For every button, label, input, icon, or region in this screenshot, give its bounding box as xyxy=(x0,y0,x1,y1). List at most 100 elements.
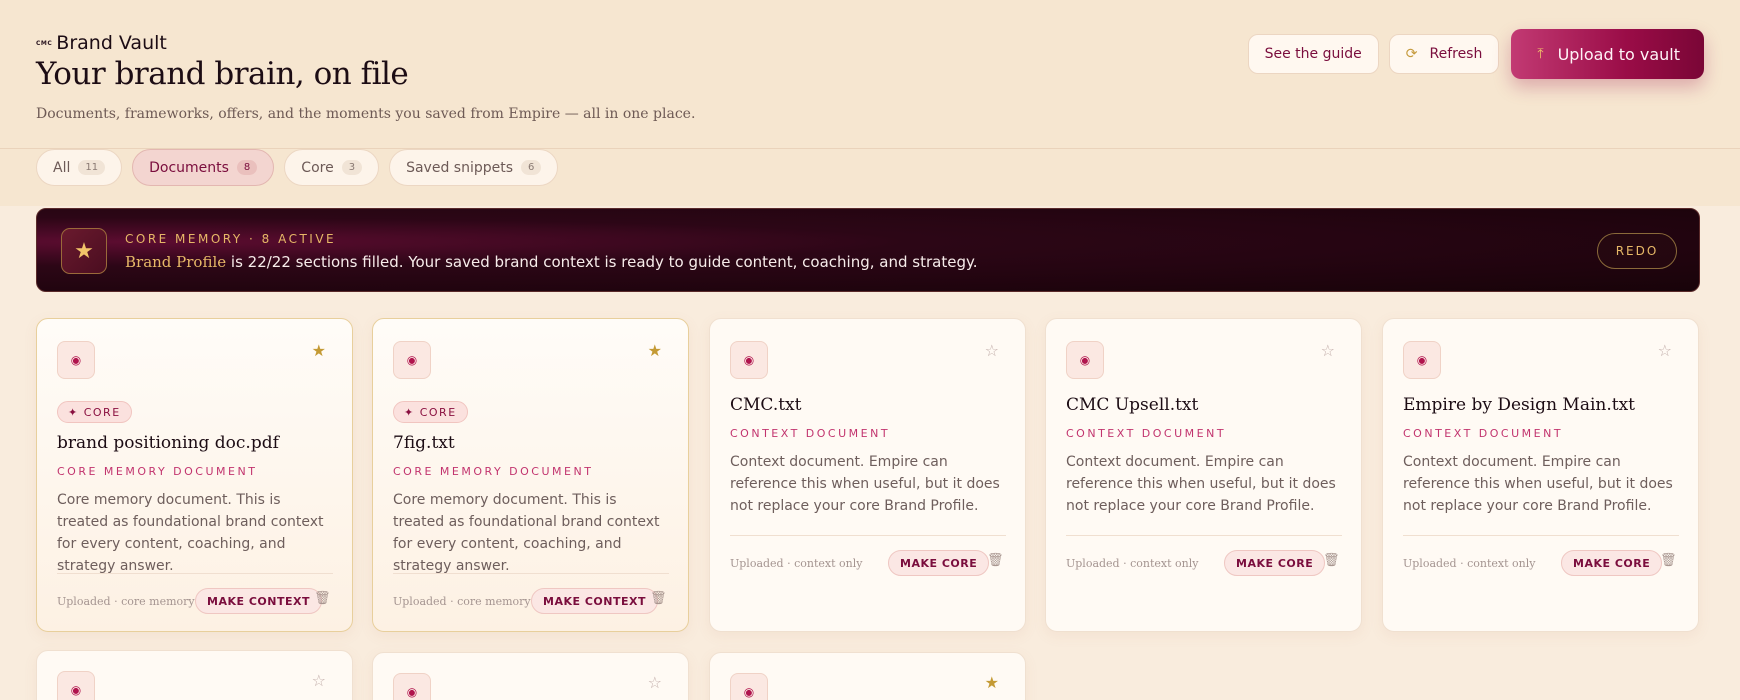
make-core-button[interactable]: MAKE CORE xyxy=(1561,550,1663,576)
tab-documents[interactable]: Documents 8 xyxy=(132,149,275,186)
make-core-button[interactable]: MAKE CORE xyxy=(1224,550,1326,576)
document-status: Uploaded · context only xyxy=(1403,557,1536,570)
tab-count: 6 xyxy=(521,160,542,175)
brand-name: Brand Vault xyxy=(56,32,167,54)
star-icon[interactable]: ★ xyxy=(648,341,662,360)
target-icon: ◉ xyxy=(1403,341,1441,379)
document-title: CMC Upsell.txt xyxy=(1066,395,1199,415)
card-divider xyxy=(1066,535,1342,536)
document-title: Empire by Design Main.txt xyxy=(1403,395,1635,415)
see-guide-button[interactable]: See the guide xyxy=(1247,34,1379,74)
document-card[interactable]: ◉ ★ ✦ CORE brand positioning doc.pdf CORE… xyxy=(36,318,353,632)
page-header: CMC Brand Vault Your brand brain, on fil… xyxy=(36,0,1704,148)
trash-icon[interactable]: 🗑 xyxy=(1323,553,1340,568)
banner-eyebrow: CORE MEMORY · 8 ACTIVE xyxy=(125,232,337,246)
tab-saved-snippets[interactable]: Saved snippets 6 xyxy=(389,149,559,186)
document-status: Uploaded · context only xyxy=(1066,557,1199,570)
target-icon: ◉ xyxy=(393,341,431,379)
banner-message-text: is 22/22 sections filled. Your saved bra… xyxy=(226,253,978,271)
document-description: Context document. Empire can reference t… xyxy=(1403,454,1673,514)
trash-icon[interactable]: 🗑 xyxy=(650,591,667,606)
tab-label: All xyxy=(53,159,71,176)
star-outline-icon[interactable]: ☆ xyxy=(648,673,662,692)
make-context-button[interactable]: MAKE CONTEXT xyxy=(531,588,658,614)
document-card[interactable]: ◉ ☆ CMC Upsell.txt CONTEXT DOCUMENT Cont… xyxy=(1045,318,1362,632)
card-divider xyxy=(57,573,333,574)
refresh-label: Refresh xyxy=(1429,46,1483,62)
upload-button[interactable]: ⤒ Upload to vault xyxy=(1511,29,1704,79)
trash-icon[interactable]: 🗑 xyxy=(1660,553,1677,568)
card-divider xyxy=(730,535,1006,536)
banner-message: Brand Profile is 22/22 sections filled. … xyxy=(125,253,977,271)
sparkle-icon: ✦ xyxy=(68,405,79,419)
refresh-icon: ⟳ xyxy=(1405,46,1418,62)
document-title: 7fig.txt xyxy=(393,433,455,453)
tab-all[interactable]: All 11 xyxy=(36,149,123,186)
header-actions: See the guide ⟳ Refresh ⤒ Upload to vaul… xyxy=(1247,29,1704,79)
star-icon[interactable]: ★ xyxy=(985,673,999,692)
page-subtitle: Documents, frameworks, offers, and the m… xyxy=(36,106,696,122)
tab-count: 11 xyxy=(78,160,106,175)
document-status: Uploaded · context only xyxy=(730,557,863,570)
document-description: Context document. Empire can reference t… xyxy=(1066,454,1336,514)
brand-logo: CMC xyxy=(36,39,53,47)
document-kind: CONTEXT DOCUMENT xyxy=(1403,427,1564,440)
upload-label: Upload to vault xyxy=(1557,44,1680,64)
card-divider xyxy=(393,573,669,574)
document-card[interactable]: ◉ ☆ CMC.txt CONTEXT DOCUMENT Context doc… xyxy=(709,318,1026,632)
document-description: Context document. Empire can reference t… xyxy=(730,454,1000,514)
brand: CMC Brand Vault xyxy=(36,32,167,54)
star-outline-icon[interactable]: ☆ xyxy=(985,341,999,360)
card-divider xyxy=(1403,535,1679,536)
filter-tabs: All 11 Documents 8 Core 3 Saved snippets… xyxy=(36,149,559,186)
redo-button[interactable]: REDO xyxy=(1597,233,1677,269)
star-icon: ★ xyxy=(61,228,107,274)
document-kind: CONTEXT DOCUMENT xyxy=(1066,427,1227,440)
document-kind: CONTEXT DOCUMENT xyxy=(730,427,891,440)
star-outline-icon[interactable]: ☆ xyxy=(1658,341,1672,360)
core-badge: ✦ CORE xyxy=(57,401,132,423)
document-card[interactable]: ◉ ★ ✦ CORE 7fig.txt CORE MEMORY DOCUMENT … xyxy=(372,318,689,632)
document-description: Core memory document. This is treated as… xyxy=(57,492,324,574)
core-badge-label: CORE xyxy=(419,405,457,419)
tab-label: Documents xyxy=(149,159,229,176)
document-status: Uploaded · core memory xyxy=(57,595,195,608)
page-title: Your brand brain, on file xyxy=(36,56,409,92)
core-badge-label: CORE xyxy=(83,405,121,419)
target-icon: ◉ xyxy=(1066,341,1104,379)
document-kind: CORE MEMORY DOCUMENT xyxy=(393,465,594,478)
tab-label: Core xyxy=(301,159,334,176)
make-context-button[interactable]: MAKE CONTEXT xyxy=(195,588,322,614)
tab-count: 3 xyxy=(341,160,363,175)
see-guide-label: See the guide xyxy=(1264,46,1362,62)
upload-icon: ⤒ xyxy=(1537,46,1544,62)
target-icon: ◉ xyxy=(57,341,95,379)
core-memory-banner: ★ CORE MEMORY · 8 ACTIVE Brand Profile i… xyxy=(36,208,1700,292)
tab-count: 8 xyxy=(236,160,258,175)
refresh-button[interactable]: ⟳ Refresh xyxy=(1388,34,1500,74)
star-icon[interactable]: ★ xyxy=(312,341,326,360)
document-card[interactable]: ◉ ★ xyxy=(709,652,1026,700)
sparkle-icon: ✦ xyxy=(404,405,415,419)
document-description: Core memory document. This is treated as… xyxy=(393,492,660,574)
make-core-button[interactable]: MAKE CORE xyxy=(888,550,990,576)
document-kind: CORE MEMORY DOCUMENT xyxy=(57,465,258,478)
document-card[interactable]: ◉ ☆ xyxy=(372,652,689,700)
star-outline-icon[interactable]: ☆ xyxy=(312,671,326,690)
tab-label: Saved snippets xyxy=(406,159,514,176)
document-card[interactable]: ◉ ☆ Empire by Design Main.txt CONTEXT DO… xyxy=(1382,318,1699,632)
core-badge: ✦ CORE xyxy=(393,401,468,423)
target-icon: ◉ xyxy=(393,673,431,700)
trash-icon[interactable]: 🗑 xyxy=(987,553,1004,568)
document-title: brand positioning doc.pdf xyxy=(57,433,279,453)
target-icon: ◉ xyxy=(730,341,768,379)
document-card[interactable]: ◉ ☆ xyxy=(36,650,353,700)
star-outline-icon[interactable]: ☆ xyxy=(1321,341,1335,360)
trash-icon[interactable]: 🗑 xyxy=(314,591,331,606)
brand-profile-link[interactable]: Brand Profile xyxy=(125,253,226,271)
target-icon: ◉ xyxy=(57,671,95,700)
document-title: CMC.txt xyxy=(730,395,802,415)
target-icon: ◉ xyxy=(730,673,768,700)
tab-core[interactable]: Core 3 xyxy=(284,149,380,186)
document-status: Uploaded · core memory xyxy=(393,595,531,608)
